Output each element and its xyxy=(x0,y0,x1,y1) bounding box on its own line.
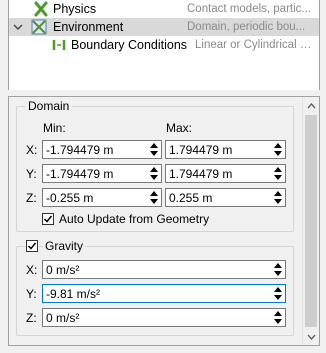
domain-group-title: Domain xyxy=(25,99,73,113)
vertical-scrollbar[interactable] xyxy=(302,97,319,345)
domain-x-min-input[interactable] xyxy=(46,142,144,157)
spin-up-icon[interactable] xyxy=(272,286,284,293)
spin-down-icon[interactable] xyxy=(148,174,160,181)
spin-up-icon[interactable] xyxy=(148,166,160,173)
spin-up-icon[interactable] xyxy=(272,142,284,149)
domain-y-label: Y: xyxy=(26,167,37,181)
gravity-label[interactable]: Gravity xyxy=(43,239,86,253)
gravity-y-label: Y: xyxy=(26,287,37,301)
properties-panel: Domain Min: Max: X: Y: xyxy=(8,96,320,346)
domain-y-min-spinbox[interactable] xyxy=(42,164,162,183)
tree-item-label: Boundary Conditions xyxy=(71,38,188,52)
simulation-tree: Physics Contact models, partic... Enviro… xyxy=(8,0,320,91)
chevron-down-icon[interactable] xyxy=(12,18,24,36)
checkmark-icon xyxy=(43,215,53,223)
spin-arrows[interactable] xyxy=(272,262,284,277)
spin-arrows[interactable] xyxy=(272,310,284,325)
spin-down-icon[interactable] xyxy=(272,198,284,205)
spin-down-icon[interactable] xyxy=(272,318,284,325)
spin-down-icon[interactable] xyxy=(272,270,284,277)
domain-z-max-spinbox[interactable] xyxy=(165,188,286,207)
gravity-y-input[interactable] xyxy=(46,286,268,301)
spin-up-icon[interactable] xyxy=(272,190,284,197)
tree-item-description: Domain, periodic bou... xyxy=(187,21,306,33)
spin-arrows[interactable] xyxy=(148,190,160,205)
spin-down-icon[interactable] xyxy=(148,150,160,157)
domain-group: Domain Min: Max: X: Y: xyxy=(16,99,294,232)
gravity-group: Gravity X: Y: Z: xyxy=(16,239,294,336)
tree-item-description: Linear or Cylindrical p... xyxy=(195,39,315,51)
min-label: Min: xyxy=(43,121,66,135)
domain-z-label: Z: xyxy=(26,191,37,205)
spin-arrows[interactable] xyxy=(272,142,284,157)
domain-x-label: X: xyxy=(26,143,38,157)
tree-item-label: Environment xyxy=(53,20,124,34)
gravity-z-spinbox[interactable] xyxy=(42,308,286,327)
spin-up-icon[interactable] xyxy=(272,310,284,317)
environment-icon xyxy=(31,19,47,35)
tree-item-physics[interactable]: Physics Contact models, partic... xyxy=(9,0,319,18)
spin-down-icon[interactable] xyxy=(272,150,284,157)
boundary-conditions-icon xyxy=(51,37,67,53)
domain-y-max-spinbox[interactable] xyxy=(165,164,286,183)
gravity-y-spinbox[interactable] xyxy=(42,284,286,303)
gravity-x-spinbox[interactable] xyxy=(42,260,286,279)
tree-item-label: Physics xyxy=(53,2,97,16)
domain-z-min-input[interactable] xyxy=(46,190,144,205)
spin-down-icon[interactable] xyxy=(272,174,284,181)
checkmark-icon xyxy=(27,242,37,250)
scroll-down-icon[interactable] xyxy=(303,328,319,345)
spin-up-icon[interactable] xyxy=(272,262,284,269)
domain-x-max-input[interactable] xyxy=(169,142,268,157)
spin-arrows[interactable] xyxy=(272,166,284,181)
spin-down-icon[interactable] xyxy=(272,294,284,301)
tree-item-description: Contact models, partic... xyxy=(187,3,311,15)
spin-up-icon[interactable] xyxy=(272,166,284,173)
domain-z-min-spinbox[interactable] xyxy=(42,188,162,207)
max-label: Max: xyxy=(166,121,193,135)
spin-down-icon[interactable] xyxy=(148,198,160,205)
spin-arrows[interactable] xyxy=(272,286,284,301)
spin-arrows[interactable] xyxy=(272,190,284,205)
domain-y-max-input[interactable] xyxy=(169,166,268,181)
spin-arrows[interactable] xyxy=(148,142,160,157)
gravity-checkbox[interactable] xyxy=(26,240,38,252)
spin-up-icon[interactable] xyxy=(148,190,160,197)
scrollbar-thumb[interactable] xyxy=(305,115,317,327)
physics-icon xyxy=(33,1,49,17)
spin-up-icon[interactable] xyxy=(148,142,160,149)
domain-x-min-spinbox[interactable] xyxy=(42,140,162,159)
domain-y-min-input[interactable] xyxy=(46,166,144,181)
domain-z-max-input[interactable] xyxy=(169,190,268,205)
auto-update-label[interactable]: Auto Update from Geometry xyxy=(59,212,209,226)
domain-x-max-spinbox[interactable] xyxy=(165,140,286,159)
scroll-up-icon[interactable] xyxy=(303,97,319,114)
tree-item-environment[interactable]: Environment Domain, periodic bou... xyxy=(9,18,319,36)
gravity-x-label: X: xyxy=(26,263,38,277)
auto-update-checkbox[interactable] xyxy=(42,213,54,225)
gravity-x-input[interactable] xyxy=(46,262,268,277)
gravity-z-label: Z: xyxy=(26,311,37,325)
gravity-z-input[interactable] xyxy=(46,310,268,325)
spin-arrows[interactable] xyxy=(148,166,160,181)
tree-item-boundary-conditions[interactable]: Boundary Conditions Linear or Cylindrica… xyxy=(9,36,319,54)
